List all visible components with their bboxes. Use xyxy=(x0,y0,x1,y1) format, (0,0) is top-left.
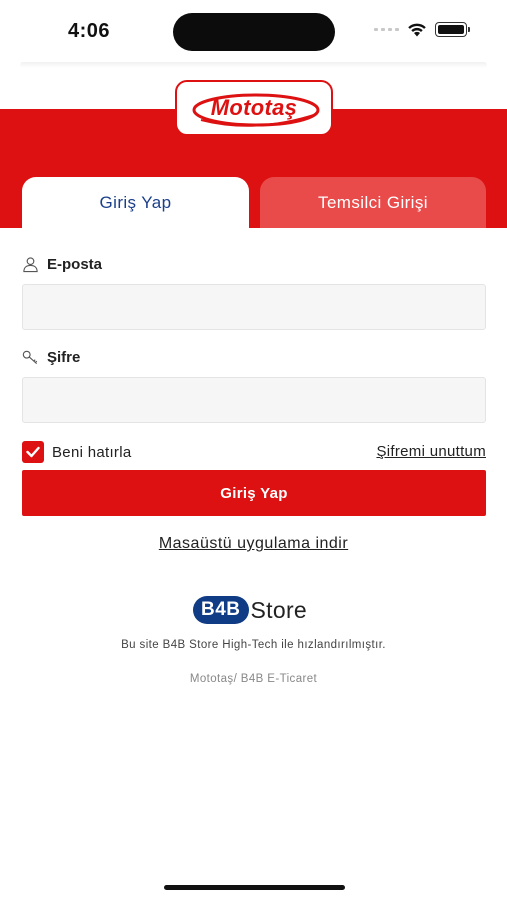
home-indicator[interactable] xyxy=(164,885,345,890)
b4b-store-logo: B4B Store xyxy=(193,596,307,624)
email-field[interactable] xyxy=(22,284,486,330)
login-button[interactable]: Giriş Yap xyxy=(22,470,486,516)
password-label: Şifre xyxy=(22,349,80,366)
b4b-logo-mark: B4B xyxy=(193,596,249,624)
brand-logo-text: Mototaş xyxy=(210,95,298,120)
header-divider xyxy=(20,62,487,68)
status-bar: 4:06 xyxy=(0,0,507,62)
signal-icon xyxy=(374,28,399,31)
email-label: E-posta xyxy=(22,256,102,273)
remember-me-label: Beni hatırla xyxy=(52,443,132,461)
wifi-icon xyxy=(408,23,426,37)
tab-login[interactable]: Giriş Yap xyxy=(22,177,249,228)
password-field[interactable] xyxy=(22,377,486,423)
checkbox-checked-icon[interactable] xyxy=(22,441,44,463)
copyright-text: Mototaş/ B4B E-Ticaret xyxy=(189,673,318,685)
key-icon xyxy=(22,350,38,365)
status-icons xyxy=(374,22,470,37)
desktop-app-link-container: Masaüstü uygulama indir xyxy=(0,535,507,553)
email-label-text: E-posta xyxy=(47,256,103,273)
password-label-text: Şifre xyxy=(47,349,81,366)
user-icon xyxy=(23,257,38,273)
remember-me-checkbox[interactable]: Beni hatırla xyxy=(22,441,131,463)
desktop-app-download-link[interactable]: Masaüstü uygulama indir xyxy=(159,535,348,552)
b4b-logo-store-text: Store xyxy=(250,596,307,623)
status-time: 4:06 xyxy=(68,20,111,42)
powered-by-text: Bu site B4B Store High-Tech ile hızlandı… xyxy=(121,639,386,651)
brand-logo: Mototaş xyxy=(175,80,333,136)
dynamic-island xyxy=(173,13,335,51)
tab-representative-login[interactable]: Temsilci Girişi xyxy=(260,177,486,228)
forgot-password-link[interactable]: Şifremi unuttum xyxy=(376,443,486,460)
battery-icon xyxy=(435,22,470,37)
